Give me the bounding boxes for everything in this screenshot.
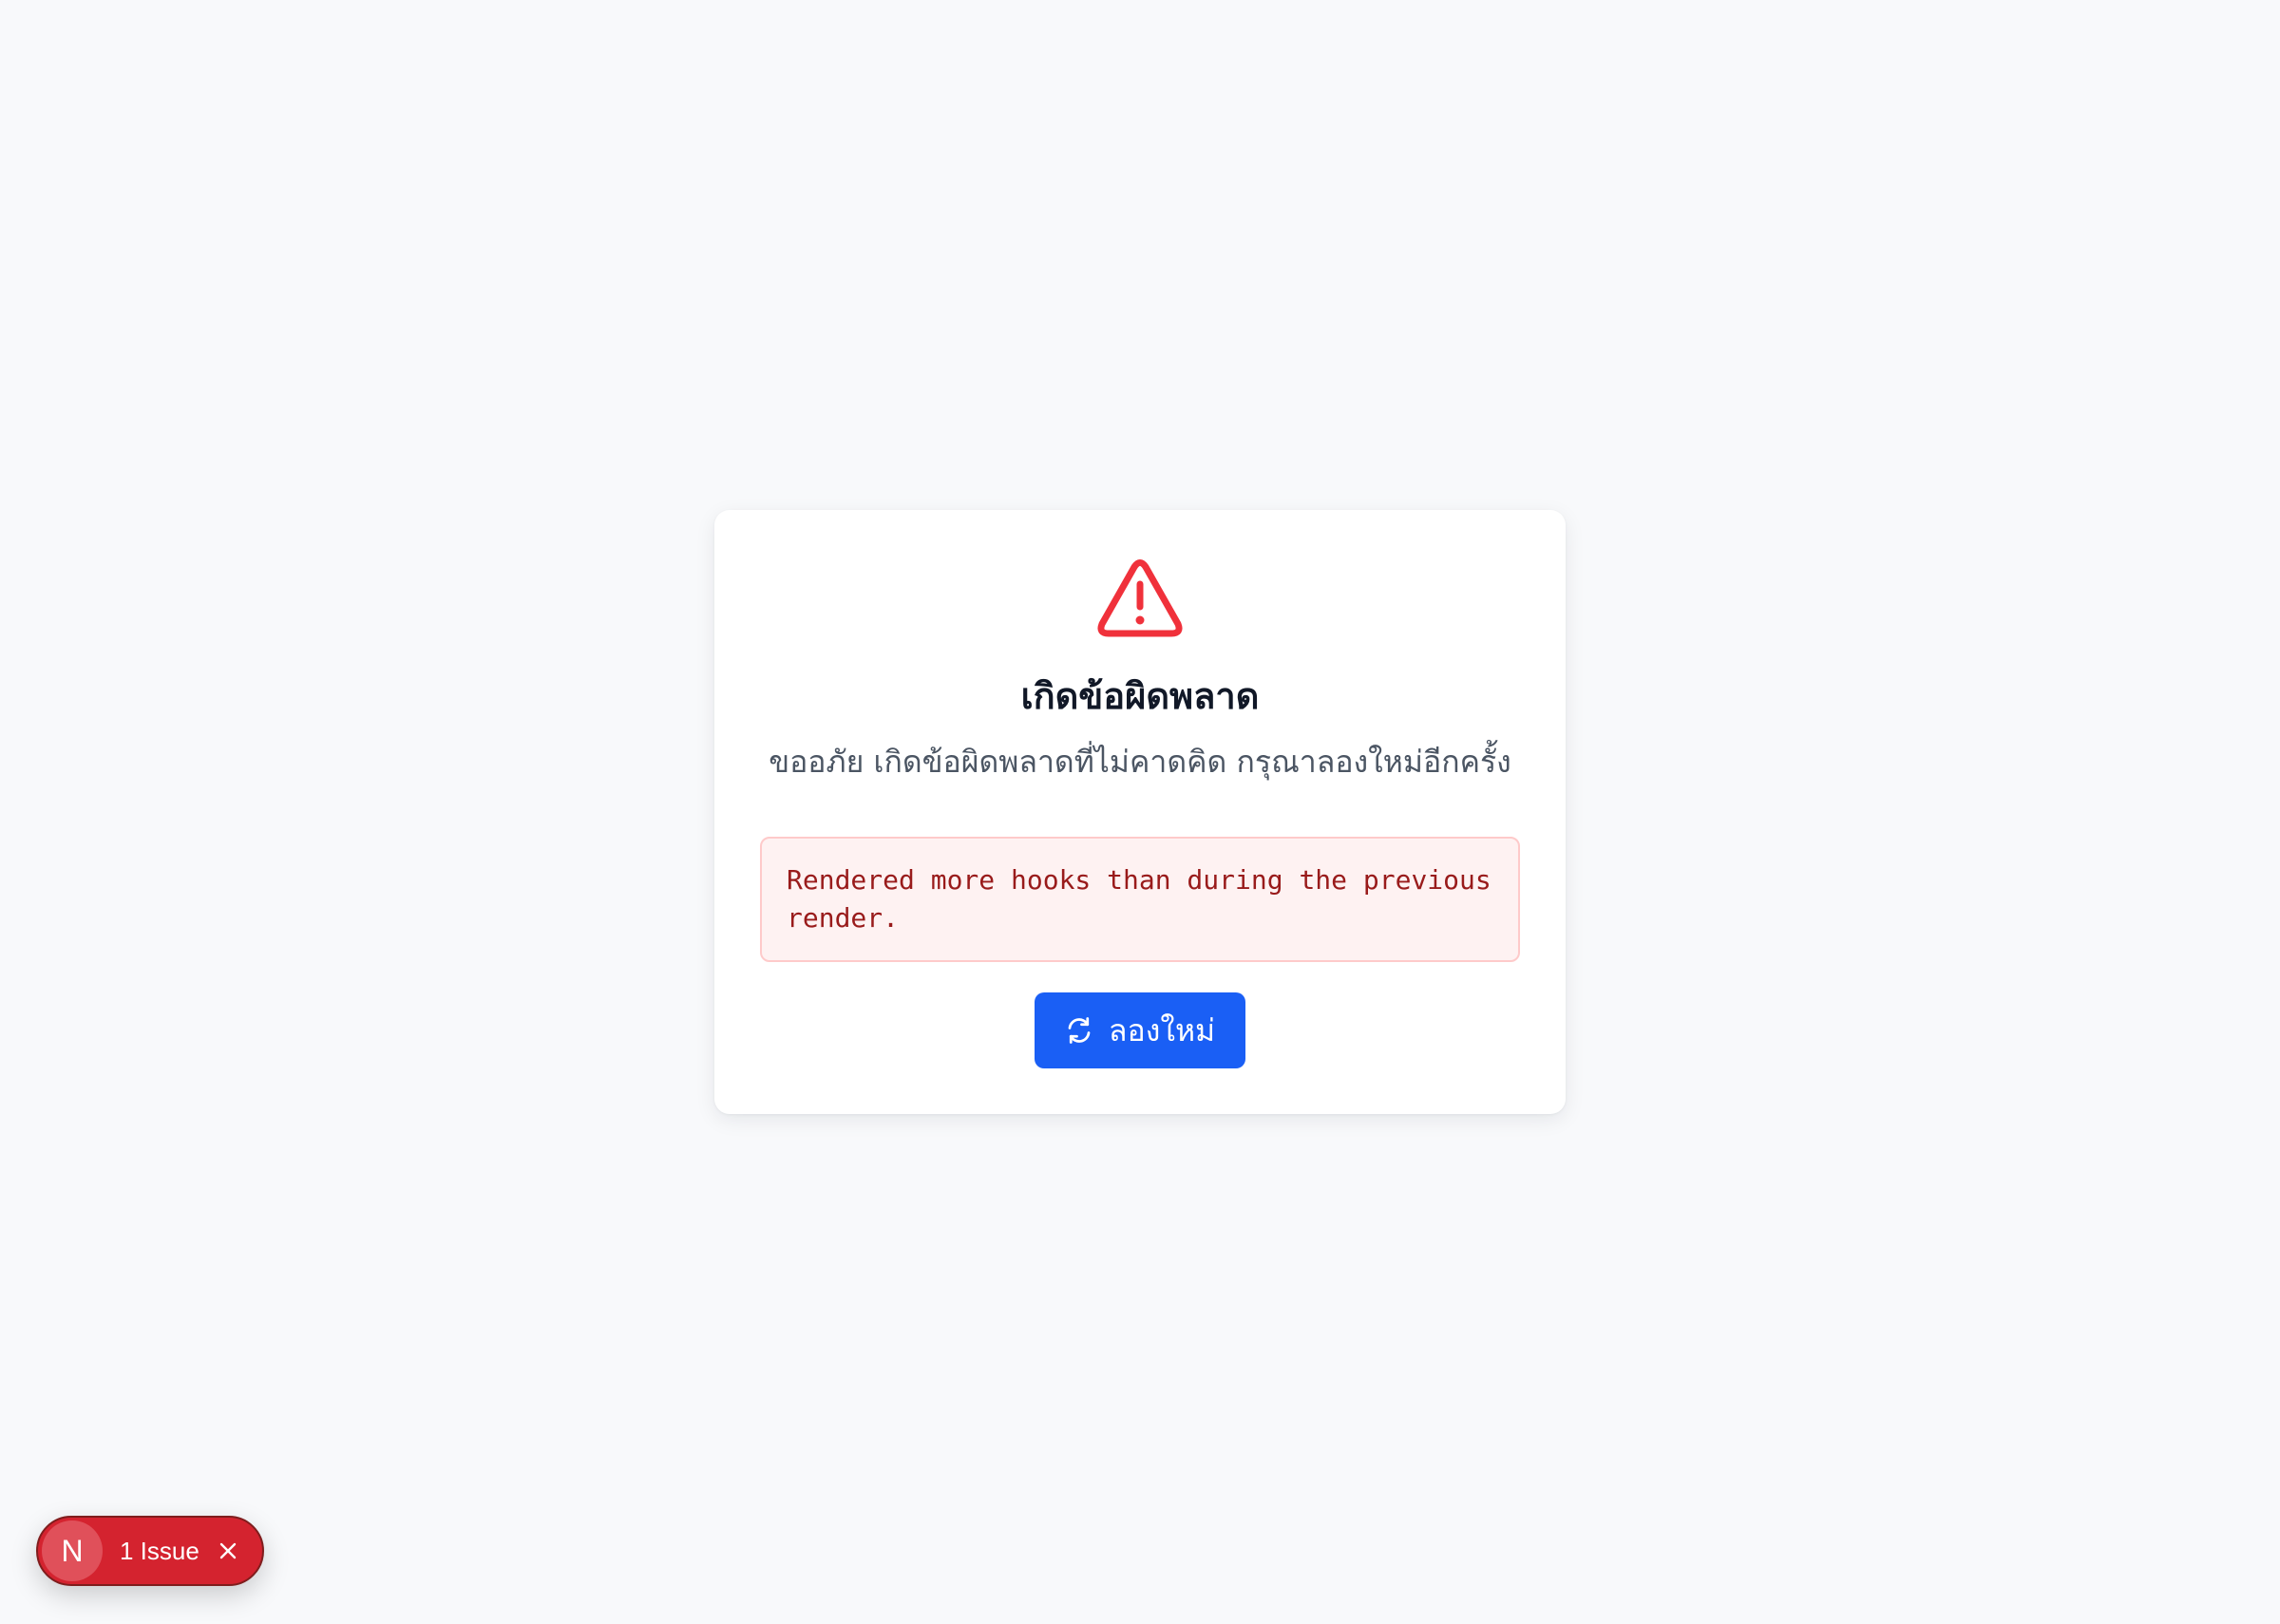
retry-button[interactable]: ลองใหม่ [1035,992,1245,1068]
dev-issues-pill[interactable]: N 1 Issue [36,1516,264,1586]
error-message: Rendered more hooks than during the prev… [787,864,1492,934]
error-card: เกิดข้อผิดพลาด ขออภัย เกิดข้อผิดพลาดที่ไ… [714,510,1566,1114]
nextjs-logo-badge[interactable]: N [42,1520,103,1581]
error-message-box: Rendered more hooks than during the prev… [760,837,1520,962]
error-title: เกิดข้อผิดพลาด [1020,675,1260,717]
close-icon[interactable] [217,1539,239,1562]
refresh-icon [1068,1017,1091,1044]
retry-button-label: ลองใหม่ [1108,1011,1216,1048]
warning-triangle-icon [1097,559,1183,637]
error-page: เกิดข้อผิดพลาด ขออภัย เกิดข้อผิดพลาดที่ไ… [0,0,2280,1624]
issue-count-label[interactable]: 1 Issue [120,1537,200,1566]
error-subtitle: ขออภัย เกิดข้อผิดพลาดที่ไม่คาดคิด กรุณาล… [769,744,1511,780]
